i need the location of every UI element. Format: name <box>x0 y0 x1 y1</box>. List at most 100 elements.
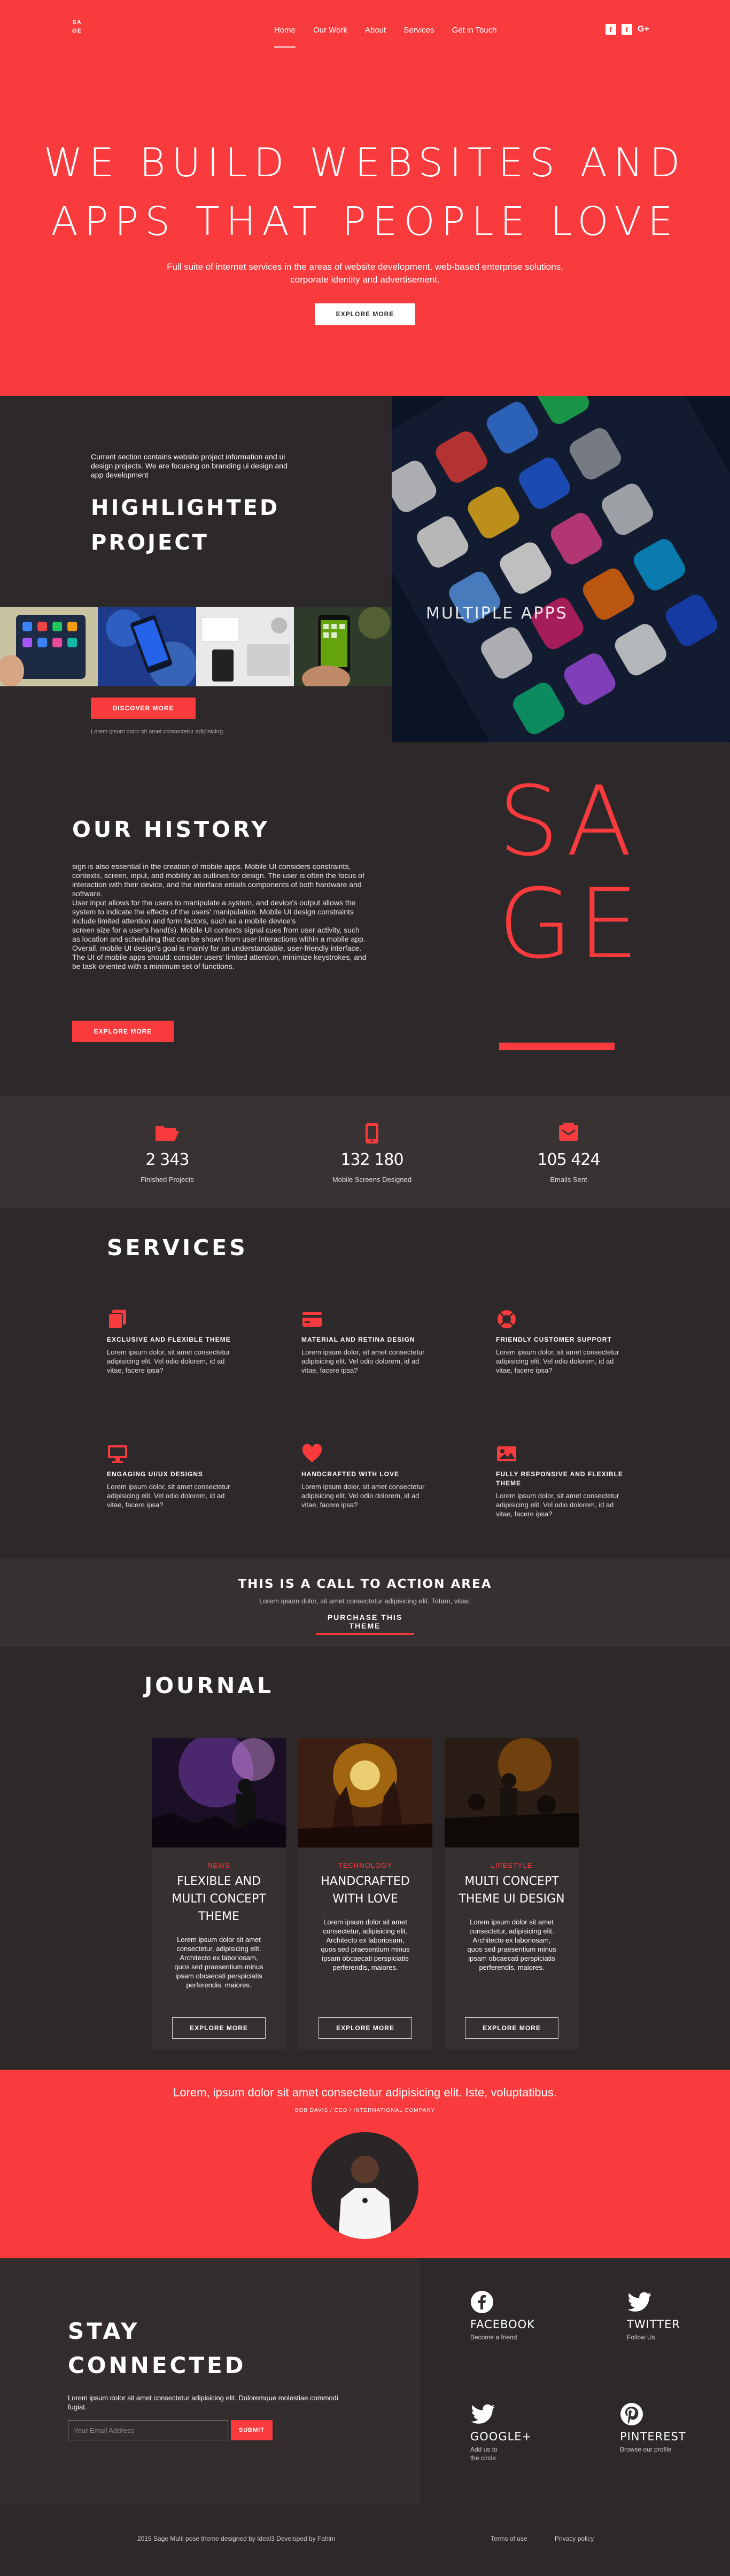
hero-title-line-2: APPS THAT PEOPLE LOVE <box>51 199 679 245</box>
stay-title-line-2: CONNECTED <box>68 2352 246 2378</box>
avatar <box>312 2132 418 2239</box>
social-desc: Become a friend <box>470 2334 517 2341</box>
social-name: FACEBOOK <box>470 2318 535 2331</box>
journal-card-category: LIFESTYLE <box>491 1861 533 1869</box>
service-item: HANDCRAFTED WITH LOVE Lorem ipsum dolor,… <box>301 1443 432 1509</box>
privacy-link[interactable]: Privacy policy <box>555 2535 594 2542</box>
service-desc: Lorem ipsum dolor, sit amet consectetur … <box>301 1348 425 1374</box>
journal-card: NEWS FLEXIBLE AND MULTI CONCEPT THEME Lo… <box>152 1738 286 2049</box>
journal-card-desc: Lorem ipsum dolor sit amet consectetur, … <box>321 1918 410 1971</box>
sage-underline <box>499 1043 615 1050</box>
twitter-icon[interactable]: t <box>622 24 632 35</box>
social-name: TWITTER <box>627 2318 680 2331</box>
testimonial-author: BOB DAVIS / CEO / INTERNATIONAL COMPANY <box>295 2108 435 2113</box>
stay-connected-title: STAY CONNECTED <box>68 2314 246 2383</box>
journal-card-button[interactable]: EXPLORE MORE <box>172 2017 266 2039</box>
journal-card-title: MULTI CONCEPT THEME UI DESIGN <box>459 1875 565 1906</box>
image-icon <box>496 1443 517 1465</box>
testimonial-quote: Lorem, ipsum dolor sit amet consectetur … <box>173 2086 557 2099</box>
journal-card-category: NEWS <box>207 1861 230 1869</box>
journal-card-image[interactable] <box>445 1738 579 1847</box>
stat-label: Emails Sent <box>550 1176 587 1184</box>
service-desc: Lorem ipsum dolor, sit amet consectetur … <box>107 1348 230 1374</box>
desktop-icon <box>107 1443 128 1465</box>
hero-title-line-1: WE BUILD WEBSITES AND <box>43 140 687 186</box>
journal-card-button[interactable]: EXPLORE MORE <box>465 2017 558 2039</box>
copy-icon <box>107 1309 128 1330</box>
facebook-icon[interactable]: f <box>605 24 616 35</box>
journal-card-image[interactable] <box>152 1738 286 1847</box>
stat-label: Mobile Screens Designed <box>332 1176 412 1184</box>
cta-section: THIS IS A CALL TO ACTION AREA Lorem ipsu… <box>0 1559 730 1647</box>
service-desc: Lorem ipsum dolor, sit amet consectetur … <box>107 1483 230 1509</box>
services-title: SERVICES <box>107 1235 248 1260</box>
nav-our-work[interactable]: Our Work <box>313 26 347 48</box>
stat-value: 132 180 <box>340 1150 403 1169</box>
project-thumb-hand-phone[interactable] <box>293 607 392 686</box>
terms-link[interactable]: Terms of use <box>491 2535 527 2542</box>
submit-button[interactable]: SUBMIT <box>231 2420 273 2440</box>
journal-card-desc: Lorem ipsum dolor sit amet consectetur, … <box>467 1918 556 1971</box>
hero-title: WE BUILD WEBSITES AND APPS THAT PEOPLE L… <box>0 134 730 251</box>
nav-home[interactable]: Home <box>274 26 296 48</box>
heart-icon <box>301 1443 323 1465</box>
nav-services[interactable]: Services <box>403 26 434 48</box>
project-feature-image[interactable] <box>392 396 730 742</box>
credit-card-icon <box>301 1309 323 1330</box>
social-pinterest[interactable]: PINTEREST Browse our profile <box>620 2402 716 2454</box>
google-plus-icon[interactable]: G+ <box>638 24 649 35</box>
footer: 2015 Sage Multi pose theme designed by I… <box>0 2504 730 2576</box>
stat-mobile-screens: 132 180 Mobile Screens Designed <box>302 1123 441 1184</box>
history-explore-button[interactable]: EXPLORE MORE <box>72 1021 174 1042</box>
folder-open-icon <box>98 1123 237 1144</box>
nav-get-in-touch[interactable]: Get in Touch <box>452 26 497 48</box>
journal-card-button[interactable]: EXPLORE MORE <box>319 2017 412 2039</box>
social-name: GOOGLE+ <box>470 2430 532 2443</box>
testimonial-section: Lorem, ipsum dolor sit amet consectetur … <box>0 2070 730 2258</box>
twitter-icon <box>627 2290 723 2314</box>
service-title: ENGAGING UI/UX DESIGNS <box>107 1470 204 1478</box>
service-title: HANDCRAFTED WITH LOVE <box>301 1470 399 1478</box>
stat-label: Finished Projects <box>141 1176 194 1184</box>
header-social: f t G+ <box>605 24 649 35</box>
project-thumbnails <box>0 607 392 686</box>
service-title: EXCLUSIVE AND FLEXIBLE THEME <box>107 1336 231 1343</box>
social-google-plus[interactable]: GOOGLE+ Add us to the circle <box>470 2402 566 2462</box>
journal-card-title: FLEXIBLE AND MULTI CONCEPT THEME <box>172 1875 266 1923</box>
project-thumb-desk[interactable] <box>196 607 294 686</box>
journal-card-image[interactable] <box>298 1738 432 1847</box>
project-thumb-tablet[interactable] <box>0 607 98 686</box>
history-section: OUR HISTORY sign is also essential in th… <box>0 742 730 1096</box>
hero-explore-button[interactable]: EXPLORE MORE <box>315 303 415 325</box>
social-facebook[interactable]: FACEBOOK Become a friend <box>470 2290 566 2342</box>
project-note: Lorem ipsum dolor sit amet consectetur a… <box>91 729 225 735</box>
discover-more-button[interactable]: DISCOVER MORE <box>91 698 196 719</box>
journal-card-desc: Lorem ipsum dolor sit amet consectetur, … <box>174 1936 263 1989</box>
services-section: SERVICES EXCLUSIVE AND FLEXIBLE THEME Lo… <box>0 1208 730 1559</box>
email-field[interactable] <box>68 2420 228 2440</box>
journal-title: JOURNAL <box>144 1673 274 1698</box>
stay-title-line-1: STAY <box>68 2318 140 2344</box>
desk-image <box>196 607 294 686</box>
social-desc: Browse our profile <box>620 2446 672 2453</box>
facebook-icon <box>470 2290 566 2314</box>
stay-connected-section: STAY CONNECTED Lorem ipsum dolor sit ame… <box>0 2258 730 2504</box>
logo[interactable]: SA GE <box>71 18 83 35</box>
journal-card-category: TECHNOLOGY <box>338 1861 392 1869</box>
service-title: FULLY RESPONSIVE AND FLEXIBLE THEME <box>496 1470 623 1487</box>
sage-brand-mark: SA GE <box>498 771 644 980</box>
social-twitter[interactable]: TWITTER Follow Us <box>627 2290 723 2342</box>
nav-about[interactable]: About <box>365 26 386 48</box>
purchase-theme-link[interactable]: PURCHASE THIS THEME <box>316 1613 414 1635</box>
sage-brand-line-2: GE <box>498 868 644 980</box>
main-nav: Home Our Work About Services Get in Touc… <box>274 26 515 48</box>
hand-phone-image <box>293 607 392 686</box>
stat-finished-projects: 2 343 Finished Projects <box>98 1123 237 1184</box>
service-title: MATERIAL AND RETINA DESIGN <box>301 1336 415 1343</box>
service-desc: Lorem ipsum dolor, sit amet consectetur … <box>301 1483 425 1509</box>
history-body: sign is also essential in the creation o… <box>72 862 367 970</box>
service-title: FRIENDLY CUSTOMER SUPPORT <box>496 1336 612 1343</box>
cta-subtitle: Lorem ipsum dolor, sit amet consectetur … <box>259 1597 471 1605</box>
project-thumb-phone-blue[interactable] <box>98 607 196 686</box>
journal-card: TECHNOLOGY HANDCRAFTED WITH LOVE Lorem i… <box>298 1738 432 2049</box>
